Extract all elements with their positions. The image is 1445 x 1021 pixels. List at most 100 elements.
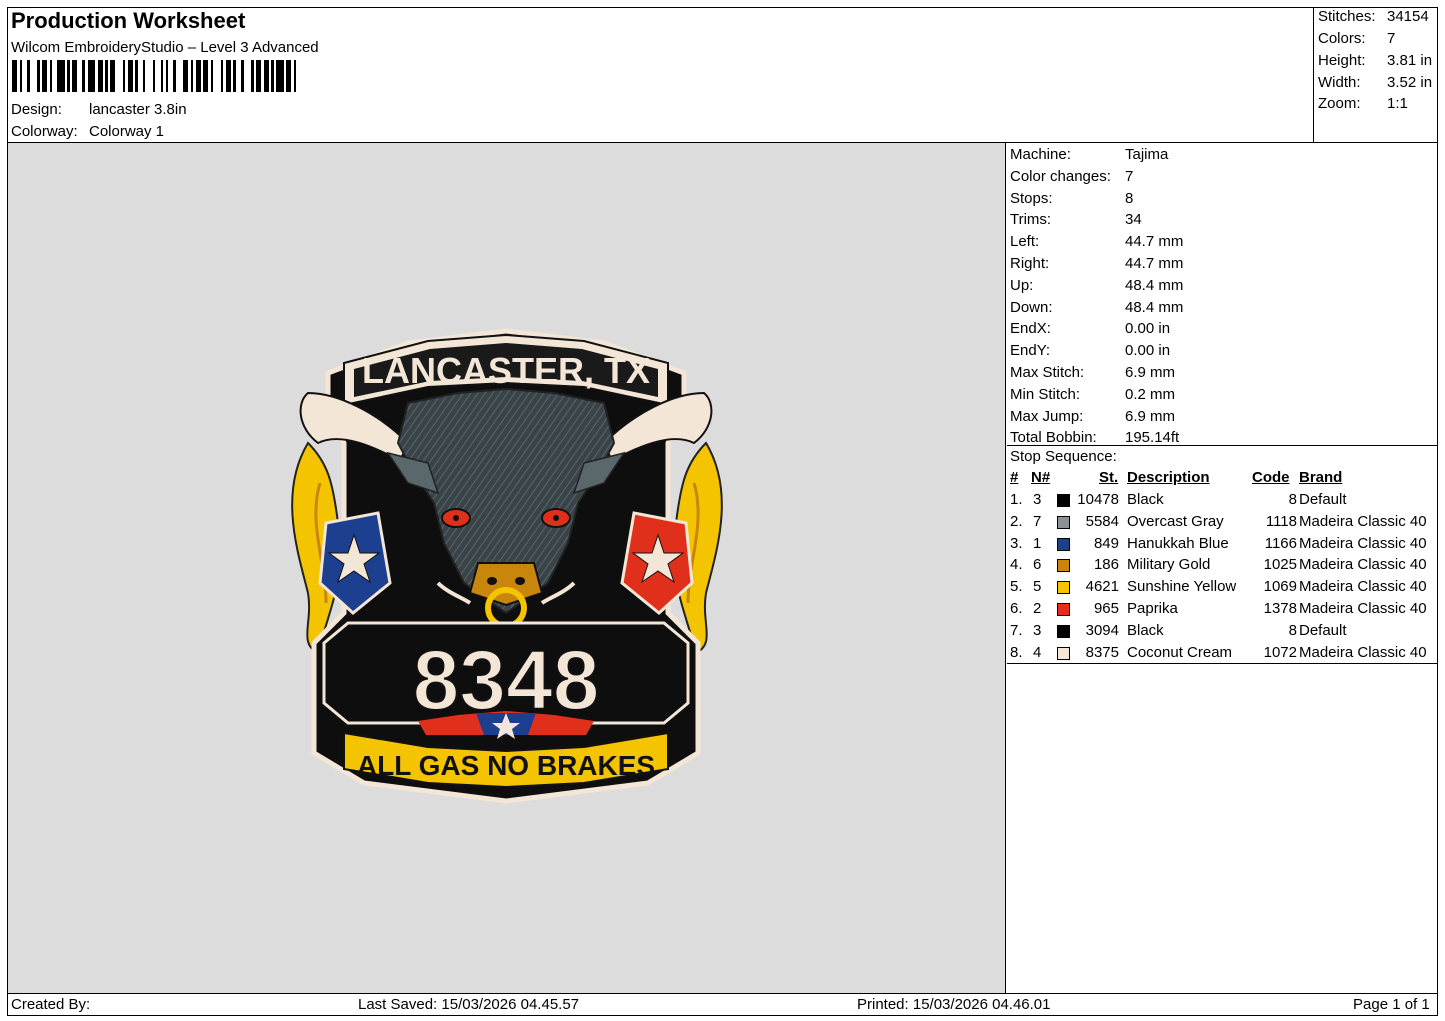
machine-info-value: 6.9 mm <box>1125 364 1176 381</box>
row-num: 1. <box>1010 491 1023 508</box>
row-num: 7. <box>1010 621 1023 639</box>
stop-sequence-row: 4. 6 186 Military Gold 1025 Madeira Classic 4… <box>1007 556 1437 578</box>
row-code: 8 <box>1288 491 1297 508</box>
row-needle: 1 <box>1033 534 1042 552</box>
design-preview-canvas[interactable]: LANCASTER, TX 8348 ALL GAS NO BRAKES <box>8 143 1006 993</box>
row-num: 2. <box>1010 512 1023 530</box>
row-needle: 3 <box>1033 491 1042 508</box>
machine-info-value: 195.14ft <box>1125 429 1180 447</box>
machine-info-value: 34 <box>1125 211 1142 229</box>
machine-info-row: Left: 44.7 mm <box>1010 233 1183 250</box>
stop-sequence-row: 2. 7 5584 Overcast Gray 1118 Madeira Classic … <box>1007 513 1437 535</box>
machine-info-value: 0.00 in <box>1125 342 1171 360</box>
row-stitches: 5584 <box>1085 512 1119 530</box>
machine-info-row: Min Stitch: 0.2 mm <box>1010 386 1175 403</box>
row-needle: 4 <box>1033 643 1042 661</box>
machine-info-label: Trims: <box>1010 211 1052 229</box>
stat-stitches: Stitches: 34154 <box>1318 8 1429 25</box>
machine-info-value: 7 <box>1125 167 1134 185</box>
machine-info-value: 44.7 mm <box>1125 233 1184 251</box>
stop-sequence-row: 6. 2 965 Paprika 1378 Madeira Classic 40 <box>1007 600 1437 622</box>
row-code: 8 <box>1288 621 1297 639</box>
design-value: lancaster 3.8in <box>89 101 187 118</box>
stop-sequence-row: 3. 1 849 Hanukkah Blue 1166 Madeira Classic 4… <box>1007 535 1437 557</box>
row-brand: Madeira Classic 40 <box>1299 643 1427 661</box>
machine-info-value: 48.4 mm <box>1125 298 1184 316</box>
color-swatch <box>1057 581 1070 595</box>
machine-info-label: Left: <box>1010 233 1040 251</box>
row-code: 1072 <box>1263 643 1297 661</box>
machine-info-label: Min Stitch: <box>1010 385 1081 403</box>
design-label: Design: <box>11 101 62 118</box>
machine-info-row: Machine: Tajima <box>1010 146 1168 163</box>
row-stitches: 849 <box>1093 534 1119 552</box>
machine-info-row: EndX: 0.00 in <box>1010 320 1170 337</box>
machine-info-label: Up: <box>1010 276 1034 294</box>
colorway-value: Colorway 1 <box>89 123 165 140</box>
barcode <box>12 60 302 92</box>
machine-info-value: 0.2 mm <box>1125 385 1176 403</box>
row-needle: 6 <box>1033 556 1042 574</box>
row-code: 1118 <box>1265 512 1297 530</box>
color-swatch <box>1057 646 1070 660</box>
machine-info-label: Machine: <box>1010 146 1071 163</box>
row-brand: Default <box>1299 621 1347 639</box>
row-stitches: 8375 <box>1085 643 1119 661</box>
machine-info-row: Trims: 34 <box>1010 211 1142 228</box>
machine-info-label: EndX: <box>1010 320 1051 338</box>
stat-zoom: Zoom: 1:1 <box>1318 95 1408 112</box>
row-needle: 2 <box>1033 600 1042 617</box>
machine-info-row: Up: 48.4 mm <box>1010 277 1183 294</box>
machine-info-label: Right: <box>1010 255 1050 272</box>
row-brand: Madeira Classic 40 <box>1299 578 1427 596</box>
barcode-bar <box>175 60 184 92</box>
info-panel: Machine: Tajima Color changes: 7 Stops: 8 Trim… <box>1007 143 1437 993</box>
col-header-stitches: St. <box>1099 469 1119 486</box>
colorway-row: Colorway: Colorway 1 <box>11 123 164 140</box>
row-needle: 7 <box>1033 512 1042 530</box>
stat-width: Width: 3.52 in <box>1318 74 1433 91</box>
col-header-needle: N# <box>1031 469 1051 486</box>
worksheet-title: Production Worksheet <box>11 8 246 33</box>
row-code: 1166 <box>1264 534 1297 552</box>
machine-info-value: 44.7 mm <box>1125 255 1184 272</box>
barcode-bar <box>115 60 123 92</box>
row-code: 1378 <box>1263 600 1297 617</box>
col-header-brand: Brand <box>1299 469 1343 486</box>
stop-sequence-row: 7. 3 3094 Black 8 Default <box>1007 622 1437 644</box>
machine-info-label: Total Bobbin: <box>1010 429 1097 447</box>
machine-info-label: EndY: <box>1010 342 1051 360</box>
row-description: Overcast Gray <box>1127 512 1224 530</box>
row-brand: Madeira Classic 40 <box>1299 534 1427 552</box>
col-header-code: Code <box>1252 469 1290 486</box>
color-swatch <box>1057 494 1070 507</box>
machine-info-value: 48.4 mm <box>1125 276 1184 294</box>
stat-colors: Colors: 7 <box>1318 30 1396 47</box>
row-description: Coconut Cream <box>1127 643 1233 661</box>
machine-info-value: 6.9 mm <box>1125 407 1176 425</box>
barcode-bar <box>57 60 65 92</box>
color-swatch <box>1057 624 1070 638</box>
barcode-bar <box>296 60 302 92</box>
row-num: 3. <box>1010 534 1023 552</box>
row-num: 5. <box>1010 578 1023 596</box>
row-description: Black <box>1127 491 1164 508</box>
barcode-bar <box>87 60 96 92</box>
footer-page: Page 1 of 1 <box>1353 996 1430 1013</box>
row-brand: Madeira Classic 40 <box>1299 600 1427 617</box>
row-description: Paprika <box>1127 600 1178 617</box>
row-code: 1025 <box>1263 556 1297 574</box>
machine-info-row: Max Stitch: 6.9 mm <box>1010 364 1175 381</box>
machine-info-value: Tajima <box>1125 146 1169 163</box>
footer-printed: Printed: 15/03/2026 04.46.01 <box>857 996 1051 1013</box>
barcode-bar <box>145 60 153 92</box>
software-name: Wilcom EmbroideryStudio – Level 3 Advanc… <box>11 39 319 56</box>
stop-sequence-title: Stop Sequence: <box>1010 448 1117 465</box>
machine-info-row: Max Jump: 6.9 mm <box>1010 408 1175 425</box>
col-header-description: Description <box>1127 469 1210 486</box>
footer-last-saved: Last Saved: 15/03/2026 04.45.57 <box>358 996 580 1013</box>
row-brand: Madeira Classic 40 <box>1299 556 1427 574</box>
stop-sequence-row: 5. 5 4621 Sunshine Yellow 1069 Madeira Classi… <box>1007 578 1437 600</box>
row-num: 6. <box>1010 600 1023 617</box>
color-swatch <box>1057 537 1070 551</box>
